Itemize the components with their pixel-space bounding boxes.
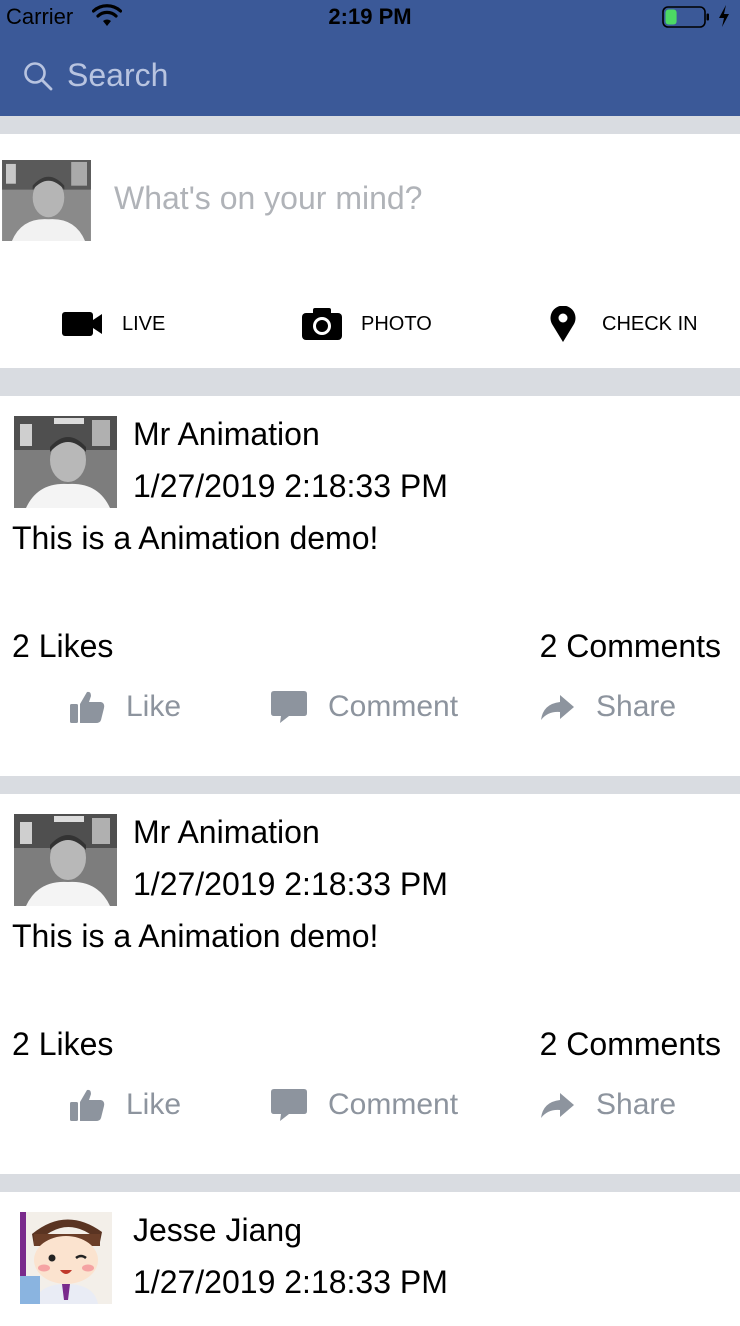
feed-post: Mr Animation 1/27/2019 2:18:33 PM This i… xyxy=(0,396,740,776)
comment-button[interactable]: Comment xyxy=(270,682,458,732)
check-in-button[interactable]: CHECK IN xyxy=(542,302,698,346)
navigation-header: Carrier 2:19 PM Search xyxy=(0,0,740,116)
feed-post: Jesse Jiang 1/27/2019 2:18:33 PM xyxy=(0,1192,740,1326)
share-arrow-icon xyxy=(541,1093,574,1118)
search-input[interactable]: Search xyxy=(67,57,168,94)
profile-photo xyxy=(14,814,117,906)
comments-count[interactable]: 2 Comments xyxy=(540,1026,721,1063)
post-body: This is a Animation demo! xyxy=(12,918,379,954)
location-pin-icon xyxy=(550,306,576,342)
comment-bubble-icon xyxy=(271,691,307,723)
like-label: Like xyxy=(126,690,182,723)
like-label: Like xyxy=(126,1088,182,1121)
comments-count[interactable]: 2 Comments xyxy=(540,628,721,665)
check-in-label: CHECK IN xyxy=(602,312,698,335)
camera-icon xyxy=(302,308,342,340)
post-body: This is a Animation demo! xyxy=(12,520,379,556)
cartoon-avatar xyxy=(20,1212,112,1304)
share-label: Share xyxy=(596,690,677,723)
composer: What's on your mind? LIVE PHOTO CHECK IN xyxy=(0,134,740,368)
section-divider xyxy=(0,1174,740,1192)
section-divider xyxy=(0,368,740,396)
section-divider xyxy=(0,116,740,134)
post-author[interactable]: Mr Animation xyxy=(133,416,320,453)
like-button[interactable]: Like xyxy=(68,1080,181,1130)
likes-count[interactable]: 2 Likes xyxy=(12,628,113,665)
comment-label: Comment xyxy=(328,1088,459,1121)
avatar xyxy=(14,416,117,508)
post-timestamp: 1/27/2019 2:18:33 PM xyxy=(133,468,448,504)
likes-count[interactable]: 2 Likes xyxy=(12,1026,113,1063)
charging-bolt-icon xyxy=(719,5,729,27)
comment-label: Comment xyxy=(328,690,459,723)
comment-bubble-icon xyxy=(271,1089,307,1121)
avatar xyxy=(2,160,91,241)
thumbs-up-icon xyxy=(70,1089,105,1121)
post-timestamp: 1/27/2019 2:18:33 PM xyxy=(133,866,448,902)
clock: 2:19 PM xyxy=(328,4,412,29)
battery-icon xyxy=(662,6,709,28)
post-timestamp: 1/27/2019 2:18:33 PM xyxy=(133,1264,448,1300)
live-button[interactable]: LIVE xyxy=(62,302,165,346)
feed-post: Mr Animation 1/27/2019 2:18:33 PM This i… xyxy=(0,794,740,1174)
photo-label: PHOTO xyxy=(361,312,432,335)
profile-photo xyxy=(14,416,117,508)
like-button[interactable]: Like xyxy=(68,682,181,732)
live-label: LIVE xyxy=(122,312,166,335)
avatar xyxy=(20,1212,112,1304)
share-arrow-icon xyxy=(541,695,574,720)
section-divider xyxy=(0,776,740,794)
thumbs-up-icon xyxy=(70,691,105,723)
avatar xyxy=(14,814,117,906)
post-author[interactable]: Jesse Jiang xyxy=(133,1212,302,1249)
photo-button[interactable]: PHOTO xyxy=(301,302,432,346)
search-icon xyxy=(24,62,53,91)
profile-photo xyxy=(2,160,91,241)
status-bar: Carrier 2:19 PM xyxy=(0,0,740,34)
comment-button[interactable]: Comment xyxy=(270,1080,458,1130)
post-author[interactable]: Mr Animation xyxy=(133,814,320,851)
video-camera-icon xyxy=(62,312,102,336)
search-bar[interactable]: Search xyxy=(22,52,702,98)
status-composer-input[interactable]: What's on your mind? xyxy=(114,180,422,217)
share-label: Share xyxy=(596,1088,677,1121)
share-button[interactable]: Share xyxy=(538,682,676,732)
share-button[interactable]: Share xyxy=(538,1080,676,1130)
